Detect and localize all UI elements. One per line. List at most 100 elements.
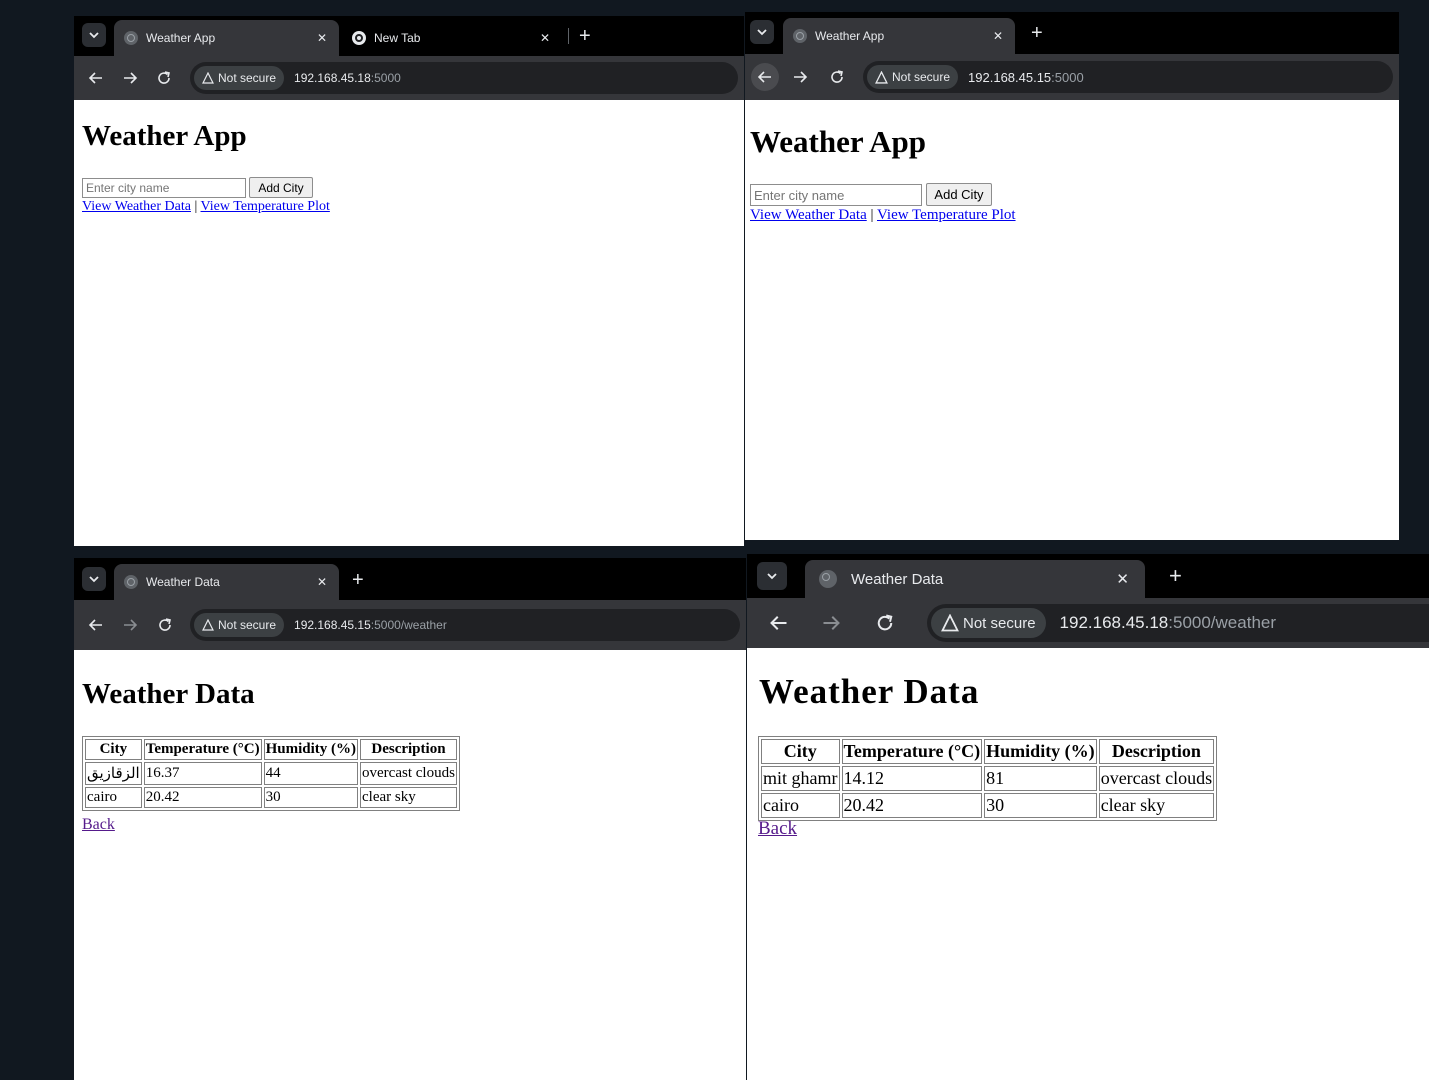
column-header-humidity: Humidity (%)	[984, 739, 1097, 764]
view-weather-data-link[interactable]: View Weather Data	[82, 199, 191, 214]
tab-weather-app[interactable]: Weather App ✕	[783, 18, 1015, 54]
column-header-description: Description	[1098, 739, 1215, 764]
table-header-row: City Temperature (°C) Humidity (%) Descr…	[761, 739, 1215, 764]
forward-button[interactable]	[120, 68, 140, 88]
view-temperature-plot-link[interactable]: View Temperature Plot	[201, 199, 330, 214]
link-separator: |	[870, 207, 874, 223]
table-row: cairo 20.42 30 clear sky	[85, 787, 457, 808]
close-tab-icon[interactable]: ✕	[317, 575, 327, 589]
reload-icon	[877, 614, 893, 631]
browser-window-top-left: Weather App ✕ New Tab ✕ + Not secure 192…	[74, 16, 744, 546]
temperature-cell: 20.42	[841, 793, 983, 818]
url-text: 192.168.45.15:5000/weather	[294, 618, 447, 632]
tab-new-tab[interactable]: New Tab ✕	[342, 20, 562, 56]
close-tab-icon[interactable]: ✕	[1116, 570, 1129, 588]
column-header-description: Description	[360, 739, 457, 760]
back-link[interactable]: Back	[82, 816, 115, 834]
reload-button[interactable]	[827, 67, 847, 87]
add-city-button[interactable]: Add City	[926, 183, 992, 206]
city-cell: الزقازيق	[85, 762, 142, 785]
forward-button[interactable]	[120, 615, 140, 635]
tab-strip: Weather Data ✕ +	[74, 558, 746, 600]
reload-icon	[831, 70, 843, 83]
tab-separator	[568, 28, 569, 44]
security-chip[interactable]: Not secure	[931, 608, 1046, 638]
arrow-right-icon	[124, 619, 138, 631]
back-button[interactable]	[86, 615, 106, 635]
tab-title: New Tab	[374, 31, 421, 45]
tab-strip: Weather Data ✕ +	[747, 554, 1429, 598]
forward-button[interactable]	[819, 611, 843, 635]
tab-search-button[interactable]	[82, 567, 106, 591]
nav-links: View Weather Data | View Temperature Plo…	[82, 199, 330, 215]
url-host: 192.168.45.18	[1059, 613, 1169, 632]
new-tab-button[interactable]: +	[579, 26, 591, 46]
security-chip[interactable]: Not secure	[194, 613, 285, 637]
view-temperature-plot-link[interactable]: View Temperature Plot	[877, 207, 1016, 223]
new-tab-button[interactable]: +	[1031, 23, 1043, 43]
reload-button[interactable]	[155, 615, 175, 635]
view-weather-data-link[interactable]: View Weather Data	[750, 207, 867, 223]
close-tab-icon[interactable]: ✕	[993, 29, 1003, 43]
page-content: Weather Data City Temperature (°C) Humid…	[747, 648, 1429, 1080]
weather-table: City Temperature (°C) Humidity (%) Descr…	[82, 736, 460, 811]
add-city-button[interactable]: Add City	[249, 177, 313, 198]
forward-button[interactable]	[790, 67, 810, 87]
tab-title: Weather Data	[146, 575, 220, 589]
tab-search-button[interactable]	[757, 562, 787, 590]
back-button[interactable]	[767, 611, 791, 635]
tab-search-button[interactable]	[750, 20, 774, 44]
url-path: :5000/weather	[1168, 613, 1277, 632]
humidity-cell: 81	[984, 766, 1097, 791]
humidity-cell: 44	[263, 762, 359, 785]
description-cell: clear sky	[360, 787, 457, 808]
chevron-down-icon	[757, 29, 767, 36]
reload-button[interactable]	[873, 611, 897, 635]
security-chip[interactable]: Not secure	[867, 65, 959, 89]
back-button[interactable]	[86, 68, 106, 88]
arrow-left-icon	[757, 71, 771, 83]
table-header-row: City Temperature (°C) Humidity (%) Descr…	[85, 739, 457, 760]
new-tab-button[interactable]: +	[352, 570, 364, 590]
tab-weather-app[interactable]: Weather App ✕	[114, 20, 339, 56]
browser-window-bottom-left: Weather Data ✕ + Not secure 192.168.45.1…	[74, 558, 746, 1080]
city-input[interactable]: Enter city name	[82, 178, 246, 198]
arrow-left-icon	[88, 72, 102, 84]
tab-weather-data[interactable]: Weather Data ✕	[805, 560, 1145, 598]
address-bar[interactable]: Not secure 192.168.45.15:5000	[863, 61, 1393, 93]
address-bar[interactable]: Not secure 192.168.45.15:5000/weather	[190, 609, 740, 641]
city-cell: mit ghamr	[761, 766, 840, 791]
security-label: Not secure	[218, 71, 277, 85]
reload-icon	[158, 71, 170, 84]
column-header-humidity: Humidity (%)	[263, 739, 359, 760]
address-bar[interactable]: Not secure 192.168.45.18:5000/weather	[927, 604, 1429, 642]
back-link[interactable]: Back	[758, 818, 797, 840]
browser-window-bottom-right: Weather Data ✕ + Not secure 192.168.45.1…	[747, 554, 1429, 1080]
arrow-right-icon	[794, 71, 808, 83]
security-chip[interactable]: Not secure	[194, 66, 285, 90]
weather-table: City Temperature (°C) Humidity (%) Descr…	[758, 736, 1218, 821]
globe-icon	[124, 31, 138, 45]
page-title: Weather Data	[82, 678, 255, 710]
address-bar[interactable]: Not secure 192.168.45.18:5000	[190, 62, 738, 94]
url-host: 192.168.45.18	[294, 71, 371, 85]
arrow-right-icon	[823, 616, 840, 630]
close-tab-icon[interactable]: ✕	[317, 31, 327, 45]
tab-title: Weather Data	[851, 570, 944, 588]
city-input[interactable]: Enter city name	[750, 184, 922, 206]
chevron-down-icon	[767, 573, 777, 580]
new-tab-button[interactable]: +	[1169, 565, 1182, 587]
arrow-right-icon	[124, 72, 138, 84]
browser-toolbar: Not secure 192.168.45.15:5000	[745, 54, 1399, 100]
reload-button[interactable]	[154, 68, 174, 88]
globe-icon	[124, 575, 138, 589]
page-content: Weather App Enter city name Add City Vie…	[74, 100, 744, 546]
city-cell: cairo	[85, 787, 142, 808]
url-host: 192.168.45.15	[968, 69, 1052, 85]
tab-search-button[interactable]	[82, 23, 106, 47]
close-tab-icon[interactable]: ✕	[540, 31, 550, 45]
tab-strip: Weather App ✕ New Tab ✕ +	[74, 16, 744, 56]
table-row: cairo 20.42 30 clear sky	[761, 793, 1215, 818]
back-button[interactable]	[751, 63, 779, 91]
tab-weather-data[interactable]: Weather Data ✕	[114, 564, 339, 600]
